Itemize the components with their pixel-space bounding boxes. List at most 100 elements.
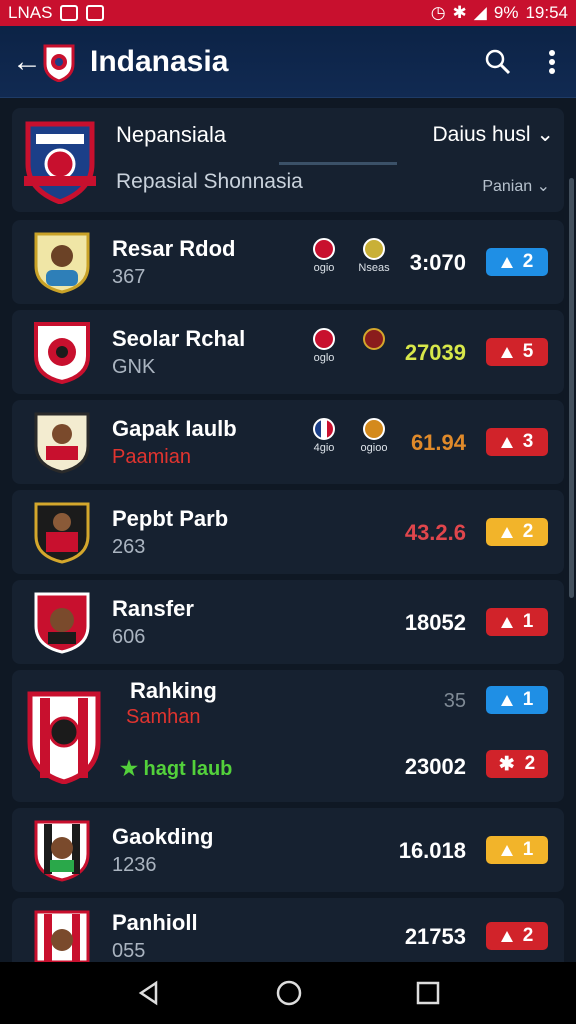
player-score: 61.94 <box>410 430 466 455</box>
rating-value: 1 <box>522 689 534 710</box>
up-arrow-icon <box>500 930 513 942</box>
league-subtitle: Repasial Shonnasia <box>116 170 303 193</box>
rating-value: 5 <box>522 341 534 362</box>
up-arrow-icon <box>500 616 513 628</box>
player-sub: 606 <box>112 626 146 648</box>
player-name: Seolar Rchal <box>112 326 246 351</box>
rating-pill[interactable]: 1 <box>486 836 548 864</box>
scrollbar[interactable] <box>569 178 574 598</box>
rating-pill[interactable]: 2 <box>486 922 548 950</box>
league-title: Nepansiala <box>116 122 227 147</box>
player-name: Panhioll <box>112 910 198 935</box>
app-title: Indanasia <box>90 44 229 78</box>
ranking-sub: Samhan <box>126 706 201 728</box>
player-badge-icon <box>34 232 90 294</box>
rating-value: 1 <box>522 611 534 632</box>
player-name: Ransfer <box>112 596 194 621</box>
rating-pill[interactable]: 5 <box>486 338 548 366</box>
player-score: 27039 <box>404 340 466 365</box>
rating-pill[interactable]: 2 <box>486 248 548 276</box>
match-label-2: Nseas <box>358 262 390 274</box>
status-carrier-text: LNAS <box>8 3 53 22</box>
player-name: Pepbt Parb <box>112 506 229 531</box>
rating-pill[interactable]: 1 <box>486 686 548 714</box>
rating-pill[interactable]: 2 <box>486 518 548 546</box>
rating-pill-2[interactable]: ✱ 2 <box>486 750 548 778</box>
player-score: 21753 <box>404 924 466 949</box>
match-icon-2 <box>354 328 394 352</box>
rating-value: 1 <box>522 839 534 860</box>
nav-back-icon[interactable] <box>136 980 162 1006</box>
rating-value: 3 <box>522 431 534 452</box>
list-item[interactable]: Gapak Iaulb Paamian 4gio ogioo 61.94 3 <box>12 400 564 484</box>
player-name: Gapak Iaulb <box>112 416 237 441</box>
player-score: 43.2.6 <box>404 520 466 545</box>
rating-pill[interactable]: 3 <box>486 428 548 456</box>
player-badge-icon <box>34 592 90 654</box>
list-item-ranking[interactable]: Rahking Samhan ★ hagt laub 35 23002 1 ✱ 2 <box>12 670 564 802</box>
match-label-1: oglo <box>313 352 335 364</box>
chevron-down-icon: ⌄ <box>536 123 554 146</box>
ranking-crest-icon <box>27 691 101 784</box>
player-score: 3:070 <box>409 250 466 275</box>
back-arrow-icon[interactable]: ← <box>12 45 42 79</box>
player-score: 23002 <box>404 754 466 779</box>
list-item[interactable]: Resar Rdod 367 ogio Nseas 3:070 2 <box>12 220 564 304</box>
clock: 19:54 <box>525 3 568 22</box>
club-logo-icon <box>43 44 75 82</box>
nav-home-icon[interactable] <box>275 979 303 1007</box>
rating-value: 2 <box>522 521 534 542</box>
player-name: Gaokding <box>112 824 214 849</box>
rating-value: 2 <box>522 251 534 272</box>
match-icon-1: 4gio <box>304 418 344 454</box>
match-icon-1: oglo <box>304 328 344 364</box>
league-header: Nepansiala Repasial Shonnasia Daius husl… <box>12 108 564 212</box>
nav-recents-icon[interactable] <box>416 981 440 1005</box>
list-item[interactable]: Ransfer 606 18052 1 <box>12 580 564 664</box>
battery-level: 9% <box>493 3 519 22</box>
chevron-down-icon: ⌄ <box>536 178 550 195</box>
rating-pill[interactable]: 1 <box>486 608 548 636</box>
rating-value-2: 2 <box>524 753 536 774</box>
search-icon[interactable] <box>484 48 512 76</box>
match-label-1: ogio <box>313 262 335 274</box>
player-badge-icon <box>34 820 90 882</box>
player-score: 16.018 <box>398 838 466 863</box>
filter-dropdown-label: Panian <box>482 178 533 195</box>
player-name: Resar Rdod <box>112 236 236 261</box>
match-label-1: 4gio <box>313 442 335 454</box>
player-badge-icon <box>34 502 90 564</box>
season-dropdown[interactable]: Daius husl ⌄ <box>432 122 554 147</box>
player-badge-icon <box>34 322 90 384</box>
player-badge-icon <box>34 412 90 474</box>
player-sub: 1236 <box>112 854 157 876</box>
mail-icon <box>86 5 105 21</box>
up-arrow-icon <box>500 436 513 448</box>
player-sub: 367 <box>112 266 146 288</box>
app-bar: ← Indanasia <box>0 26 576 98</box>
up-arrow-icon <box>500 844 513 856</box>
notification-icon <box>60 5 79 21</box>
player-sub: Paamian <box>112 446 191 468</box>
list-item[interactable]: Seolar Rchal GNK oglo 27039 5 <box>12 310 564 394</box>
player-badge-icon <box>34 910 90 962</box>
filter-dropdown[interactable]: Panian ⌄ <box>482 176 550 196</box>
system-nav-bar <box>0 962 576 1024</box>
match-icon-1: ogio <box>304 238 344 274</box>
player-sub: 263 <box>112 536 146 558</box>
up-arrow-icon <box>500 526 513 538</box>
bluetooth-icon: ✱ <box>452 3 467 22</box>
match-icon-2: Nseas <box>354 238 394 274</box>
rating-value: 2 <box>522 925 534 946</box>
signal-icon: ◢ <box>473 3 487 22</box>
up-arrow-icon <box>500 346 513 358</box>
list-item[interactable]: Pepbt Parb 263 43.2.6 2 <box>12 490 564 574</box>
more-vert-icon[interactable] <box>548 49 556 75</box>
alarm-icon: ◷ <box>430 3 446 22</box>
list-item[interactable]: Gaokding 1236 16.018 1 <box>12 808 564 892</box>
season-dropdown-label: Daius husl <box>432 123 531 146</box>
player-sub: GNK <box>112 356 156 378</box>
list-item[interactable]: Panhioll 055 21753 2 <box>12 898 564 962</box>
tab-underline <box>279 162 397 165</box>
status-bar: LNAS ◷ ✱ ◢ 9% 19:54 <box>0 0 576 26</box>
